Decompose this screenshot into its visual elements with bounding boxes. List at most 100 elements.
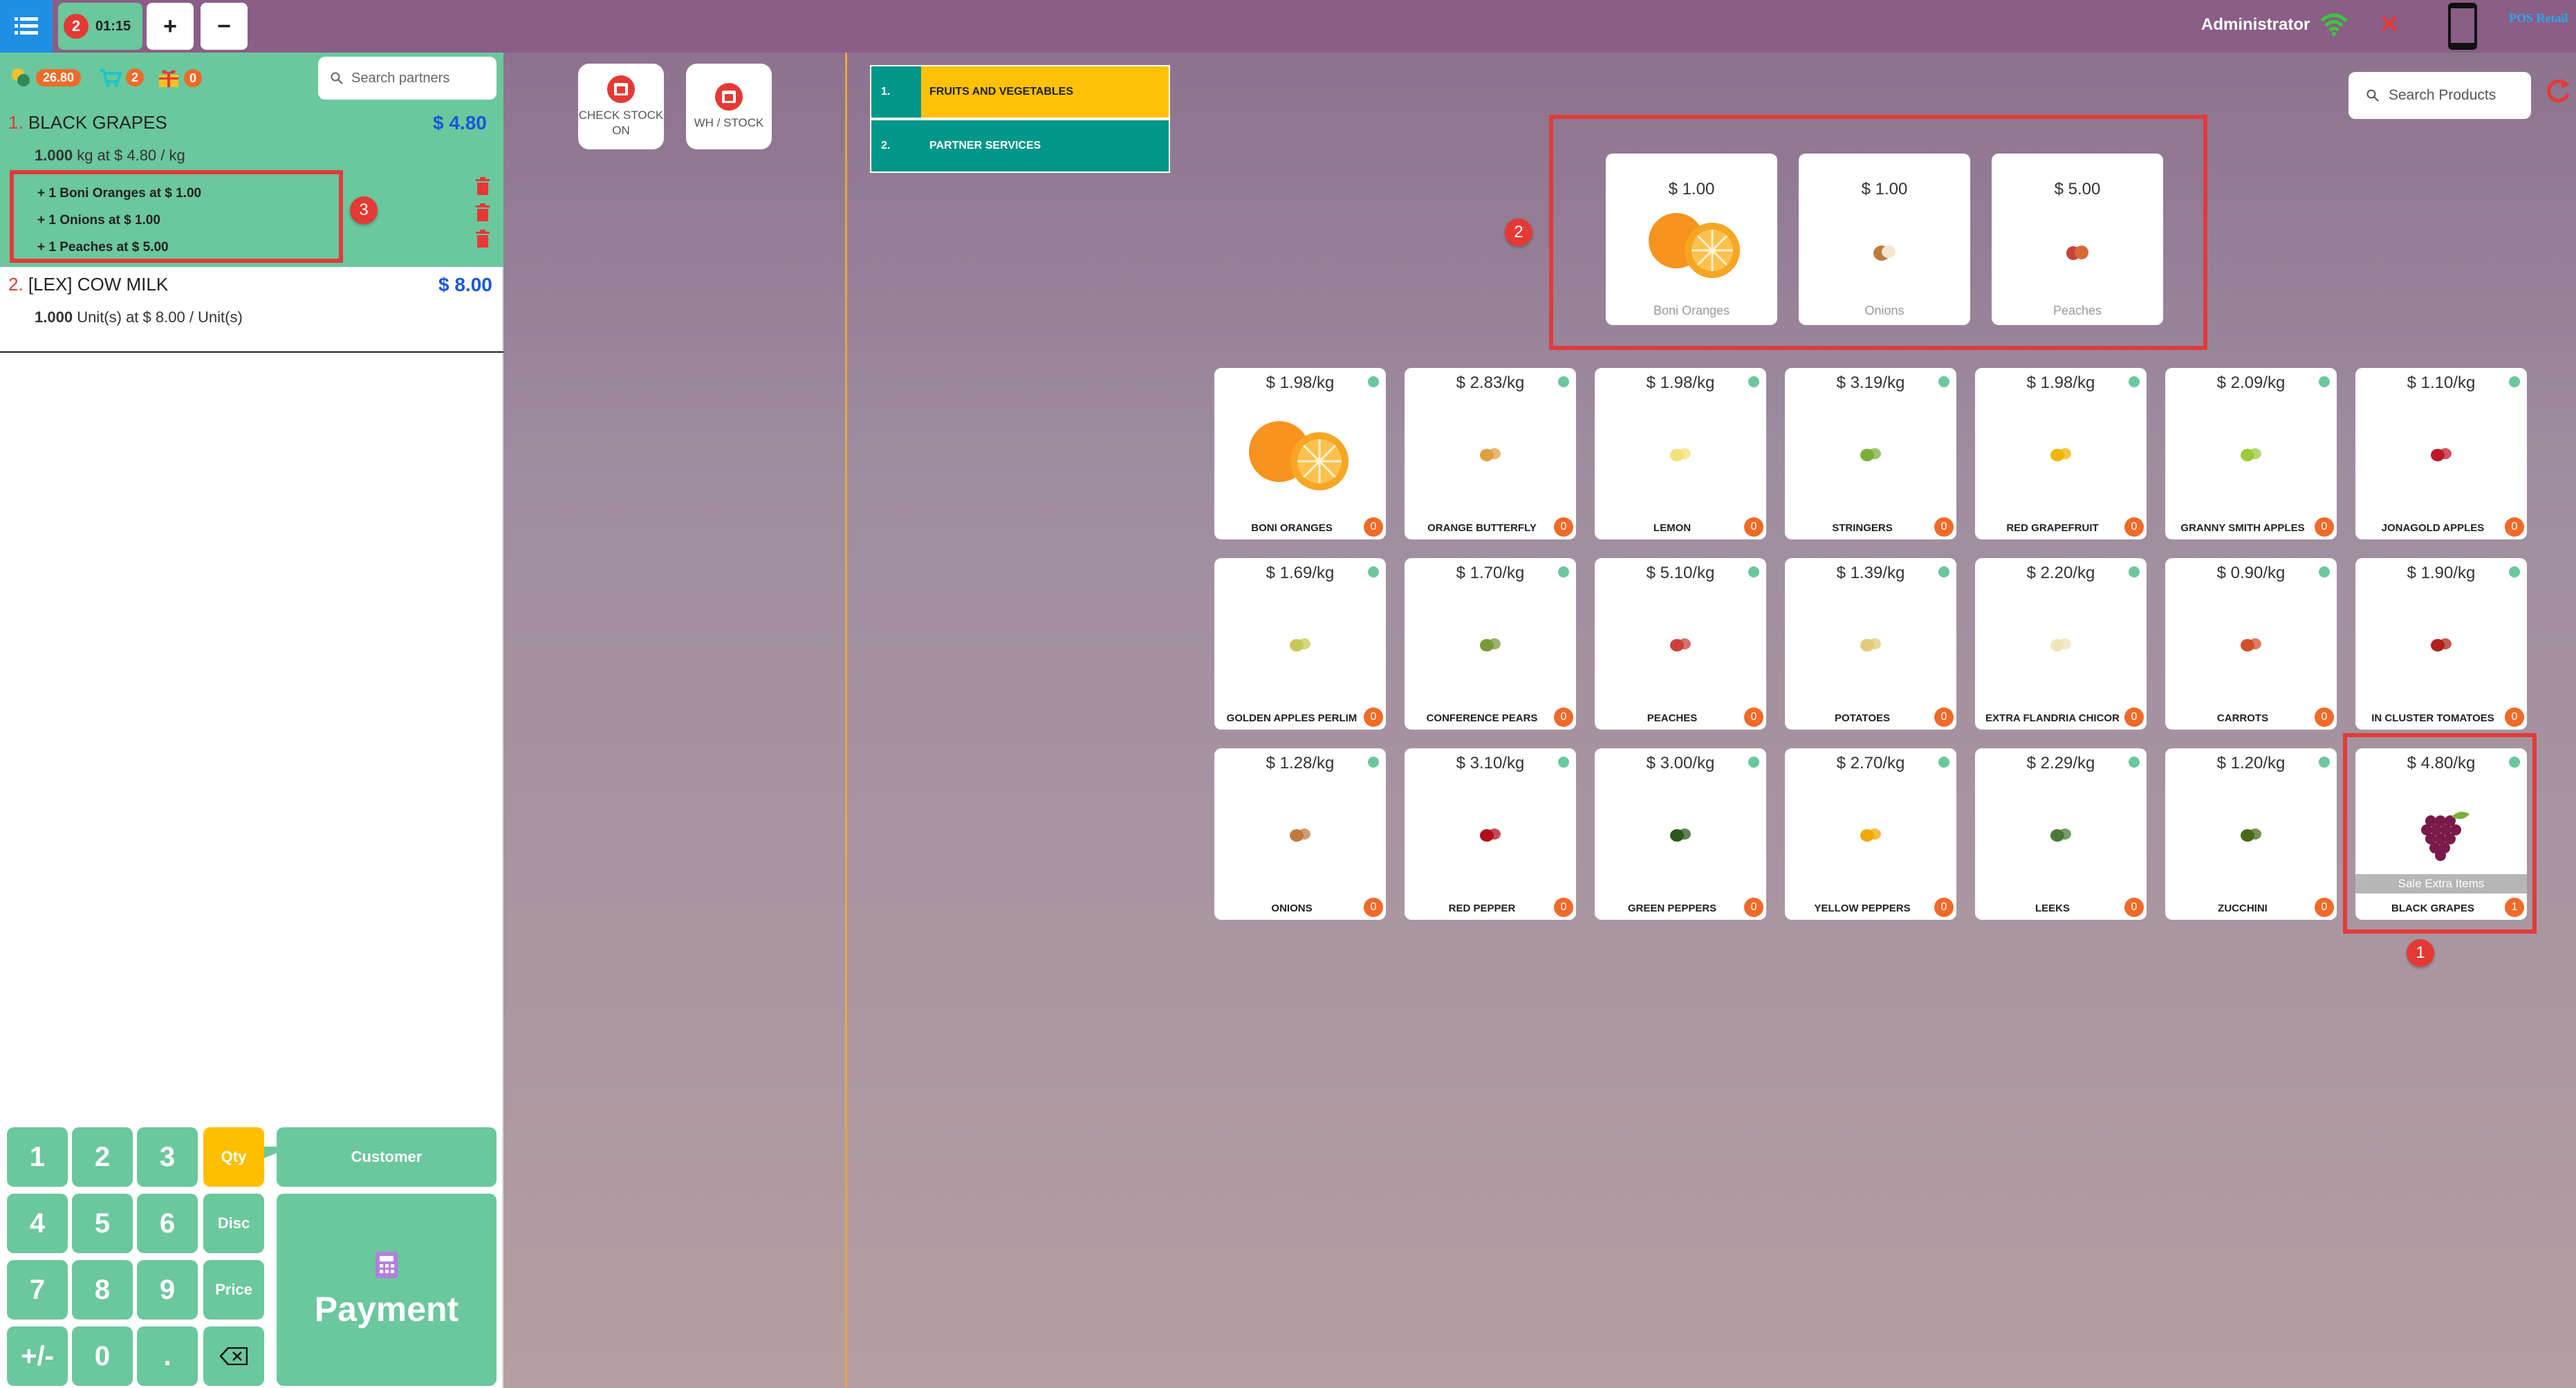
product-card[interactable]: $ 1.98/kg RED GRAPEFRUIT 0: [1975, 368, 2147, 539]
check-stock-button[interactable]: CHECK STOCK ON: [578, 64, 664, 149]
numpad-key-6[interactable]: 6: [137, 1194, 198, 1253]
leek-icon: [1975, 783, 2147, 887]
extra-item-card[interactable]: $ 5.00 Peaches: [1992, 154, 2163, 325]
product-name: CONFERENCE PEARS: [1426, 712, 1538, 724]
product-card[interactable]: $ 1.69/kg GOLDEN APPLES PERLIM 0: [1214, 558, 1386, 730]
annotation-marker-2: 2: [1505, 219, 1532, 246]
numpad-key-5[interactable]: 5: [72, 1194, 133, 1253]
trash-icon[interactable]: [474, 230, 491, 248]
product-card[interactable]: $ 1.20/kg ZUCCHINI 0: [2165, 748, 2337, 920]
search-products-input[interactable]: Search Products: [2348, 72, 2531, 119]
cart-summary[interactable]: 2: [98, 68, 144, 87]
availability-dot: [2319, 566, 2330, 577]
product-qty-badge: 0: [1554, 517, 1573, 537]
orange-icon: [1649, 213, 1740, 278]
remove-order-button[interactable]: −: [201, 3, 248, 50]
product-qty-badge: 0: [2315, 707, 2334, 727]
availability-dot: [1938, 566, 1949, 577]
product-card[interactable]: $ 1.39/kg POTATOES 0: [1785, 558, 1956, 730]
numpad-key-sign[interactable]: +/-: [7, 1326, 68, 1386]
selected-product-highlight: [2343, 733, 2537, 934]
red-pepper-icon: [1405, 783, 1576, 887]
product-card[interactable]: $ 2.29/kg LEEKS 0: [1975, 748, 2147, 920]
numpad-key-3[interactable]: 3: [137, 1127, 198, 1187]
disc-mode-button[interactable]: Disc: [203, 1194, 264, 1253]
extra-item-price: $ 1.00: [1861, 180, 1908, 198]
order-line-title: 1. BLACK GRAPES: [8, 112, 167, 133]
category-fruits-vegetables[interactable]: 1. FRUITS AND VEGETABLES: [870, 65, 1170, 119]
product-card[interactable]: $ 1.98/kg BONI ORANGES 0: [1214, 368, 1386, 539]
qty-mode-button[interactable]: Qty: [203, 1127, 264, 1187]
search-icon: [2366, 89, 2379, 102]
product-card[interactable]: $ 1.28/kg ONIONS 0: [1214, 748, 1386, 920]
red-apple-icon: [2355, 402, 2527, 506]
product-price: $ 0.90/kg: [2216, 564, 2286, 582]
gift-icon: [159, 70, 178, 87]
availability-dot: [1558, 757, 1569, 768]
wh-stock-button[interactable]: WH / STOCK: [686, 64, 772, 149]
order-line-unit: Unit(s) at $ 8.00 / Unit(s): [77, 308, 243, 326]
mobile-device-icon[interactable]: [2445, 1, 2480, 51]
numpad-key-7[interactable]: 7: [7, 1260, 68, 1320]
order-line-qty: 1.000: [35, 147, 73, 164]
product-card[interactable]: $ 3.19/kg STRINGERS 0: [1785, 368, 1956, 539]
close-icon[interactable]: ✕: [2379, 10, 2400, 39]
numpad-key-0[interactable]: 0: [72, 1326, 133, 1386]
extra-item-row: + 1 Boni Oranges at $ 1.00: [37, 185, 202, 201]
annotation-marker-1: 1: [2407, 939, 2434, 967]
product-card[interactable]: $ 0.90/kg CARROTS 0: [2165, 558, 2337, 730]
points-value: 26.80: [36, 68, 82, 86]
gift-summary[interactable]: 0: [158, 68, 202, 89]
search-icon: [331, 72, 343, 84]
order-line-price: $ 8.00: [438, 274, 492, 295]
order-tab[interactable]: 2 01:15: [58, 3, 142, 50]
loyalty-points[interactable]: 26.80: [10, 68, 82, 87]
gift-count: 0: [184, 69, 202, 87]
product-card[interactable]: $ 1.70/kg CONFERENCE PEARS 0: [1405, 558, 1576, 730]
extra-item-price: $ 5.00: [2054, 180, 2101, 198]
price-mode-button[interactable]: Price: [203, 1260, 264, 1320]
category-partner-services[interactable]: 2. PARTNER SERVICES: [870, 119, 1170, 173]
product-card[interactable]: $ 1.10/kg JONAGOLD APPLES 0: [2355, 368, 2527, 539]
payment-button[interactable]: Payment: [277, 1194, 497, 1386]
extra-item-card[interactable]: $ 1.00 Boni Oranges: [1606, 154, 1777, 325]
product-card[interactable]: $ 1.98/kg LEMON 0: [1595, 368, 1766, 539]
product-card[interactable]: $ 2.70/kg YELLOW PEPPERS 0: [1785, 748, 1956, 920]
product-price: $ 3.00/kg: [1646, 754, 1715, 772]
add-order-button[interactable]: +: [147, 3, 194, 50]
refresh-icon[interactable]: [2545, 77, 2571, 105]
product-qty-badge: 0: [2124, 517, 2144, 537]
extra-item-row: + 1 Onions at $ 1.00: [37, 212, 160, 228]
product-card[interactable]: $ 2.20/kg EXTRA FLANDRIA CHICOR 0: [1975, 558, 2147, 730]
numpad-key-8[interactable]: 8: [72, 1260, 133, 1320]
backspace-button[interactable]: [203, 1326, 264, 1386]
numpad-key-4[interactable]: 4: [7, 1194, 68, 1253]
order-line-qty: 1.000: [35, 308, 73, 326]
availability-dot: [1938, 376, 1949, 387]
numpad-key-dot[interactable]: .: [137, 1326, 198, 1386]
category-number: 1.: [871, 66, 921, 118]
product-card[interactable]: $ 2.83/kg ORANGE BUTTERFLY 0: [1405, 368, 1576, 539]
extra-item-card[interactable]: $ 1.00 Onions: [1799, 154, 1970, 325]
product-name: ZUCCHINI: [2218, 903, 2268, 914]
trash-icon[interactable]: [474, 177, 491, 195]
numpad-key-9[interactable]: 9: [137, 1260, 198, 1320]
product-qty-badge: 0: [1554, 898, 1573, 917]
search-partners-input[interactable]: Search partners: [318, 57, 497, 100]
product-card[interactable]: $ 1.90/kg IN CLUSTER TOMATOES 0: [2355, 558, 2527, 730]
product-card[interactable]: $ 3.00/kg GREEN PEPPERS 0: [1595, 748, 1766, 920]
product-card[interactable]: $ 3.10/kg RED PEPPER 0: [1405, 748, 1576, 920]
product-price: $ 3.10/kg: [1456, 754, 1525, 772]
trash-icon[interactable]: [474, 203, 491, 221]
numpad-key-1[interactable]: 1: [7, 1127, 68, 1187]
order-line-name: [LEX] COW MILK: [28, 274, 169, 295]
splitter[interactable]: [845, 53, 847, 1388]
category-name: FRUITS AND VEGETABLES: [929, 86, 1074, 98]
product-card[interactable]: $ 2.09/kg GRANNY SMITH APPLES 0: [2165, 368, 2337, 539]
product-qty-badge: 0: [1934, 707, 1954, 727]
product-card[interactable]: $ 5.10/kg PEACHES 0: [1595, 558, 1766, 730]
menu-list-button[interactable]: [0, 0, 53, 53]
product-price: $ 1.98/kg: [1646, 373, 1715, 392]
customer-button[interactable]: Customer: [277, 1127, 497, 1187]
numpad-key-2[interactable]: 2: [72, 1127, 133, 1187]
